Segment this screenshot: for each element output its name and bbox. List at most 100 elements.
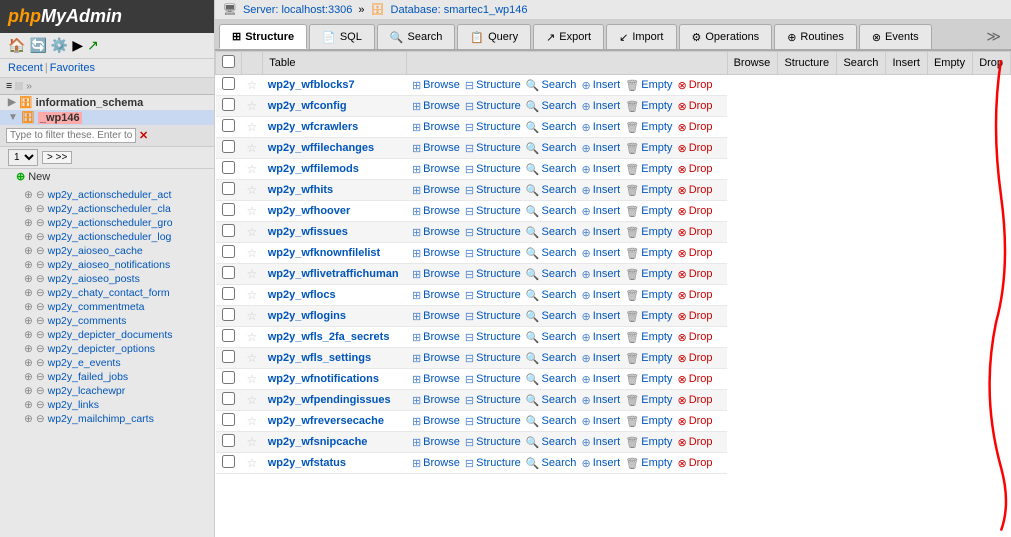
insert-link[interactable]: ⊕ Insert (581, 268, 620, 281)
drop-link[interactable]: ⊗ Drop (677, 373, 712, 386)
insert-link[interactable]: ⊕ Insert (581, 121, 620, 134)
structure-link[interactable]: ⊟ Structure (465, 415, 521, 428)
insert-link[interactable]: ⊕ Insert (581, 373, 620, 386)
search-link[interactable]: 🔍 Search (526, 268, 577, 281)
favorite-star[interactable]: ☆ (247, 456, 258, 470)
empty-link[interactable]: 🗑 Empty (625, 247, 672, 260)
table-name-link[interactable]: wp2y_actionscheduler_log (48, 231, 172, 243)
empty-link[interactable]: 🗑 Empty (625, 121, 672, 134)
browse-link[interactable]: ⊞ Browse (412, 226, 460, 239)
empty-link[interactable]: 🗑 Empty (625, 352, 672, 365)
row-checkbox[interactable] (222, 77, 235, 90)
sidebar-scroll-right[interactable]: » (26, 80, 32, 92)
arrow-icon[interactable]: ↗ (87, 37, 99, 54)
favorite-star[interactable]: ☆ (247, 99, 258, 113)
sidebar-table-item[interactable]: ⊕ ⊖ wp2y_failed_jobs (0, 370, 214, 384)
structure-link[interactable]: ⊟ Structure (465, 163, 521, 176)
filter-input[interactable] (6, 128, 136, 143)
insert-link[interactable]: ⊕ Insert (581, 352, 620, 365)
structure-link[interactable]: ⊟ Structure (465, 457, 521, 470)
search-link[interactable]: 🔍 Search (526, 310, 577, 323)
db-item-wp146[interactable]: ▼ 🗄 _wp146 (0, 110, 214, 125)
browse-link[interactable]: ⊞ Browse (412, 268, 460, 281)
favorite-star[interactable]: ☆ (247, 267, 258, 281)
empty-link[interactable]: 🗑 Empty (625, 394, 672, 407)
empty-link[interactable]: 🗑 Empty (625, 436, 672, 449)
structure-link[interactable]: ⊟ Structure (465, 184, 521, 197)
browse-link[interactable]: ⊞ Browse (412, 121, 460, 134)
table-name-link[interactable]: wp2y_actionscheduler_gro (48, 217, 173, 229)
empty-link[interactable]: 🗑 Empty (625, 268, 672, 281)
sidebar-table-item[interactable]: ⊕ ⊖ wp2y_depicter_options (0, 342, 214, 356)
row-checkbox[interactable] (222, 350, 235, 363)
tab-routines[interactable]: ⊕ Routines (774, 24, 857, 49)
drop-link[interactable]: ⊗ Drop (677, 331, 712, 344)
browse-link[interactable]: ⊞ Browse (412, 289, 460, 302)
insert-link[interactable]: ⊕ Insert (581, 415, 620, 428)
settings-icon[interactable]: ⚙️ (51, 37, 68, 54)
search-link[interactable]: 🔍 Search (526, 184, 577, 197)
empty-link[interactable]: 🗑 Empty (625, 415, 672, 428)
table-name-link[interactable]: wp2y_wffilechanges (268, 142, 374, 154)
row-checkbox[interactable] (222, 182, 235, 195)
structure-link[interactable]: ⊟ Structure (465, 100, 521, 113)
browse-link[interactable]: ⊞ Browse (412, 100, 460, 113)
filter-clear[interactable]: ✕ (139, 129, 148, 142)
favorite-star[interactable]: ☆ (247, 435, 258, 449)
empty-link[interactable]: 🗑 Empty (625, 184, 672, 197)
favorite-star[interactable]: ☆ (247, 246, 258, 260)
drop-link[interactable]: ⊗ Drop (677, 415, 712, 428)
browse-link[interactable]: ⊞ Browse (412, 373, 460, 386)
browse-link[interactable]: ⊞ Browse (412, 79, 460, 92)
table-name-link[interactable]: wp2y_wfls_settings (268, 352, 371, 364)
empty-link[interactable]: 🗑 Empty (625, 226, 672, 239)
page-select[interactable]: 1 (8, 149, 38, 166)
search-link[interactable]: 🔍 Search (526, 100, 577, 113)
row-checkbox[interactable] (222, 203, 235, 216)
insert-link[interactable]: ⊕ Insert (581, 100, 620, 113)
table-name-link[interactable]: wp2y_wfstatus (268, 457, 346, 469)
sidebar-table-item[interactable]: ⊕ ⊖ wp2y_e_events (0, 356, 214, 370)
new-db-item[interactable]: ⊕ New (0, 169, 214, 184)
drop-link[interactable]: ⊗ Drop (677, 121, 712, 134)
browse-link[interactable]: ⊞ Browse (412, 352, 460, 365)
table-name-link[interactable]: wp2y_comments (48, 315, 127, 327)
row-checkbox[interactable] (222, 434, 235, 447)
console-icon[interactable]: ▶ (72, 37, 83, 54)
favorite-star[interactable]: ☆ (247, 204, 258, 218)
table-name-link[interactable]: wp2y_actionscheduler_cla (48, 203, 171, 215)
drop-link[interactable]: ⊗ Drop (677, 394, 712, 407)
insert-link[interactable]: ⊕ Insert (581, 163, 620, 176)
table-name-link[interactable]: wp2y_wfcrawlers (268, 121, 359, 133)
drop-link[interactable]: ⊗ Drop (677, 184, 712, 197)
table-name-link[interactable]: wp2y_wfissues (268, 226, 348, 238)
favorite-star[interactable]: ☆ (247, 330, 258, 344)
structure-link[interactable]: ⊟ Structure (465, 331, 521, 344)
insert-link[interactable]: ⊕ Insert (581, 142, 620, 155)
search-link[interactable]: 🔍 Search (526, 205, 577, 218)
favorite-star[interactable]: ☆ (247, 351, 258, 365)
structure-link[interactable]: ⊟ Structure (465, 79, 521, 92)
insert-link[interactable]: ⊕ Insert (581, 289, 620, 302)
tab-events[interactable]: ⊗ Events (859, 24, 932, 49)
drop-link[interactable]: ⊗ Drop (677, 352, 712, 365)
structure-link[interactable]: ⊟ Structure (465, 352, 521, 365)
insert-link[interactable]: ⊕ Insert (581, 184, 620, 197)
sidebar-table-item[interactable]: ⊕ ⊖ wp2y_chaty_contact_form (0, 286, 214, 300)
structure-link[interactable]: ⊟ Structure (465, 373, 521, 386)
table-name-link[interactable]: wp2y_mailchimp_carts (48, 413, 154, 425)
sidebar-table-item[interactable]: ⊕ ⊖ wp2y_commentmeta (0, 300, 214, 314)
row-checkbox[interactable] (222, 287, 235, 300)
favorites-link[interactable]: Favorites (50, 62, 95, 74)
favorite-star[interactable]: ☆ (247, 183, 258, 197)
table-name-link[interactable]: wp2y_depicter_options (48, 343, 155, 355)
browse-link[interactable]: ⊞ Browse (412, 247, 460, 260)
table-name-link[interactable]: wp2y_depicter_documents (48, 329, 173, 341)
server-link[interactable]: Server: localhost:3306 (243, 4, 352, 16)
table-name-link[interactable]: wp2y_aioseo_cache (48, 245, 143, 257)
tab-search[interactable]: 🔍 Search (377, 24, 456, 49)
insert-link[interactable]: ⊕ Insert (581, 436, 620, 449)
next-page-btn[interactable]: > >> (42, 151, 72, 164)
sidebar-table-item[interactable]: ⊕ ⊖ wp2y_aioseo_notifications (0, 258, 214, 272)
sidebar-table-item[interactable]: ⊕ ⊖ wp2y_actionscheduler_gro (0, 216, 214, 230)
